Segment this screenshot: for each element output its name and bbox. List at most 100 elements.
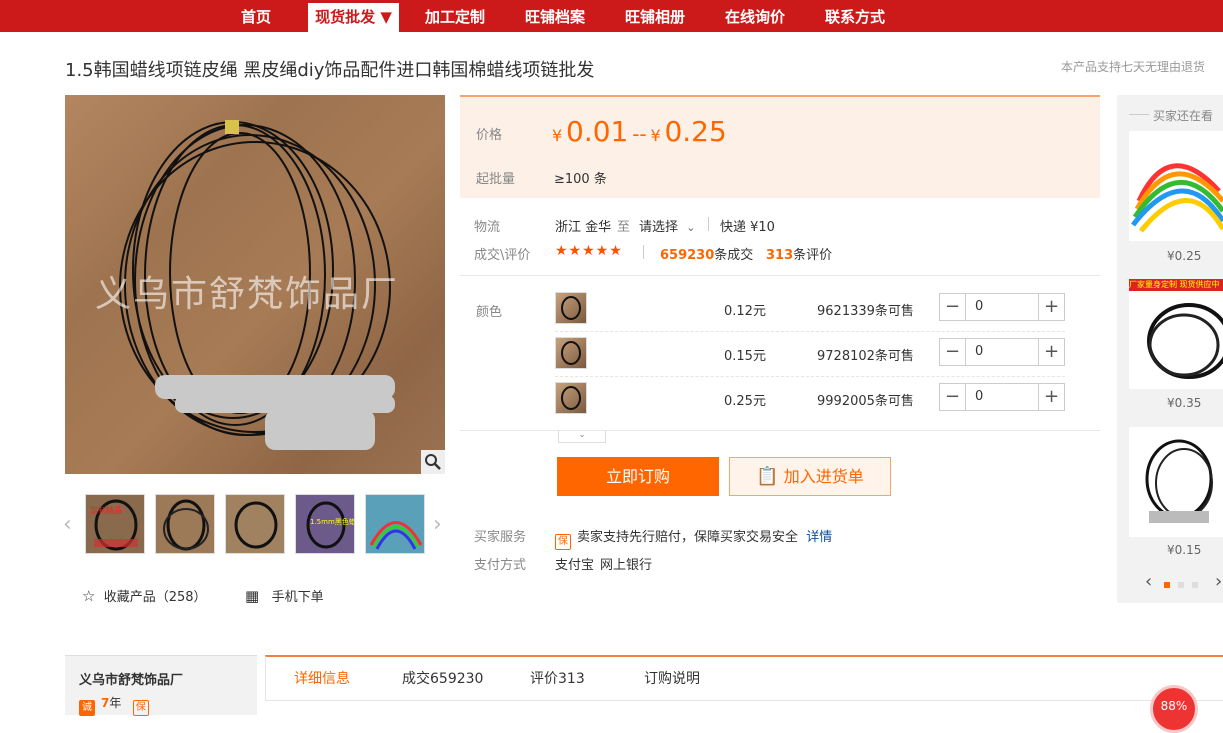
add-to-cart-button[interactable]: 📋 加入进货单 bbox=[729, 457, 891, 496]
shop-name[interactable]: 义乌市舒梵饰品厂 bbox=[79, 669, 183, 688]
sku-1-quantity-stepper: − 0 + bbox=[939, 293, 1065, 321]
favorite-product-button[interactable]: ☆ 收藏产品（258） bbox=[82, 586, 207, 605]
minus-icon[interactable]: − bbox=[940, 339, 966, 365]
nav-contact[interactable]: 联系方式 bbox=[818, 0, 892, 32]
sidebar-item-2-price: ¥0.35 bbox=[1167, 396, 1202, 410]
sku-3-price: 0.25元 bbox=[724, 394, 766, 409]
guarantee-icon: 保 bbox=[555, 534, 571, 550]
sidebar-item-3-image bbox=[1145, 439, 1213, 523]
price-low: 0.01 bbox=[566, 115, 629, 148]
nav-custom[interactable]: 加工定制 bbox=[418, 0, 492, 32]
sidebar-item-3-price: ¥0.15 bbox=[1167, 543, 1202, 557]
thumbnail-5[interactable] bbox=[365, 494, 425, 554]
section-divider-1 bbox=[460, 275, 1100, 276]
sku-2-thumbnail[interactable] bbox=[555, 337, 587, 369]
image-watermark: 义乌市舒梵饰品厂 bbox=[95, 274, 400, 315]
thumb-5-image bbox=[369, 521, 423, 550]
detail-tabs: 详细信息 成交659230 评价313 订购说明 bbox=[265, 655, 1223, 701]
sidebar-item-2[interactable]: 厂家量身定制 现货供应中 bbox=[1129, 279, 1223, 389]
zoom-icon[interactable] bbox=[421, 450, 445, 474]
thumb-2-image bbox=[163, 499, 209, 551]
currency-symbol-2: ¥ bbox=[650, 126, 661, 145]
sku-row-3: 0.25元 9992005条可售 − 0 + bbox=[555, 382, 1065, 422]
rating-stars: ★★★★★ bbox=[555, 243, 623, 259]
plus-icon[interactable]: + bbox=[1038, 339, 1064, 365]
return-policy-note: 本产品支持七天无理由退货 bbox=[1060, 60, 1205, 74]
payment-label: 支付方式 bbox=[474, 558, 527, 573]
sku-2-price: 0.15元 bbox=[724, 349, 766, 364]
plus-icon[interactable]: + bbox=[1038, 294, 1064, 320]
nav-inquiry[interactable]: 在线询价 bbox=[718, 0, 792, 32]
moq-value: ≥100 条 bbox=[554, 172, 607, 187]
shop-info: 义乌市舒梵饰品厂 诚 7年 保 bbox=[65, 655, 257, 716]
sidebar-title: 买家还在看 bbox=[1153, 109, 1214, 123]
review-count-suffix: 条评价 bbox=[793, 248, 833, 263]
tab-details[interactable]: 详细信息 bbox=[294, 668, 350, 688]
page-dot-1[interactable] bbox=[1164, 582, 1170, 588]
sku-1-thumbnail[interactable] bbox=[555, 292, 587, 324]
page-dot-3[interactable] bbox=[1192, 582, 1198, 588]
review-count[interactable]: 313条评价 bbox=[766, 244, 832, 263]
deals-count[interactable]: 659230条成交 bbox=[660, 244, 753, 263]
logistics-divider bbox=[708, 217, 709, 231]
plus-icon[interactable]: + bbox=[1038, 384, 1064, 410]
chevron-left-icon[interactable]: ‹ bbox=[63, 512, 72, 537]
sidebar-item-1-price: ¥0.25 bbox=[1167, 249, 1202, 263]
nav-album[interactable]: 旺铺相册 bbox=[618, 0, 692, 32]
service-guarantee: 保卖家支持先行赔付，保障买家交易安全 详情 bbox=[555, 526, 832, 550]
shop-years: 诚 7年 保 bbox=[79, 694, 155, 716]
tab-deals[interactable]: 成交659230 bbox=[402, 668, 483, 688]
thumbnail-strip: ‹ 定制精品 1.5mm黑色蜡线 › bbox=[63, 494, 445, 556]
sidebar-item-3[interactable] bbox=[1129, 427, 1223, 537]
nav-wholesale[interactable]: 现货批发 ▼ bbox=[308, 3, 399, 32]
chevron-left-icon[interactable]: ‹ bbox=[1145, 571, 1152, 592]
shop-guarantee-icon: 保 bbox=[132, 700, 149, 716]
thumbnail-4[interactable]: 1.5mm黑色蜡线 bbox=[295, 494, 355, 554]
service-details-link[interactable]: 详情 bbox=[806, 530, 832, 545]
thumb-1-image bbox=[94, 499, 138, 551]
chevron-right-icon[interactable]: › bbox=[433, 512, 442, 537]
mobile-order-button[interactable]: ▦ 手机下单 bbox=[245, 586, 324, 605]
nav-home[interactable]: 首页 bbox=[222, 0, 290, 32]
sidebar-title-rule bbox=[1129, 114, 1149, 115]
floating-percent-badge[interactable]: 88% bbox=[1150, 685, 1198, 733]
deals-count-number: 659230 bbox=[660, 248, 715, 263]
destination-select[interactable]: 请选择 ⌄ bbox=[639, 216, 696, 235]
sku-separator-1 bbox=[555, 331, 1065, 332]
chevron-down-icon: ⌄ bbox=[686, 221, 696, 234]
sku-1-quantity-input[interactable]: 0 bbox=[967, 294, 1037, 320]
minus-icon[interactable]: − bbox=[940, 294, 966, 320]
sidebar-item-1[interactable] bbox=[1129, 131, 1223, 241]
thumbnail-1[interactable]: 定制精品 bbox=[85, 494, 145, 554]
thumbnail-2[interactable] bbox=[155, 494, 215, 554]
logistics-label: 物流 bbox=[474, 220, 501, 235]
star-outline-icon: ☆ bbox=[82, 587, 96, 605]
deals-count-suffix: 条成交 bbox=[714, 248, 754, 263]
buy-now-button[interactable]: 立即订购 bbox=[557, 457, 719, 496]
price-range: ¥ 0.01 -- ¥ 0.25 bbox=[552, 115, 727, 148]
minus-icon[interactable]: − bbox=[940, 384, 966, 410]
currency-symbol: ¥ bbox=[552, 126, 563, 145]
sku-3-quantity-stepper: − 0 + bbox=[939, 383, 1065, 411]
tab-order-notes[interactable]: 订购说明 bbox=[644, 668, 700, 688]
logistics-to-word: 至 bbox=[617, 220, 631, 235]
main-product-image[interactable]: 义乌市舒梵饰品厂 bbox=[65, 95, 445, 474]
tab-reviews[interactable]: 评价313 bbox=[530, 668, 585, 688]
favorite-label: 收藏产品（258） bbox=[103, 590, 207, 605]
sku-2-quantity-input[interactable]: 0 bbox=[967, 339, 1037, 365]
payment-alipay: 支付宝 bbox=[555, 558, 595, 573]
price-high: 0.25 bbox=[664, 115, 727, 148]
nav-archive[interactable]: 旺铺档案 bbox=[518, 0, 592, 32]
price-separator: -- bbox=[632, 122, 647, 146]
qrcode-icon: ▦ bbox=[245, 587, 260, 605]
sku-3-quantity-input[interactable]: 0 bbox=[967, 384, 1037, 410]
sku-3-thumbnail[interactable] bbox=[555, 382, 587, 414]
chevron-down-icon: ⌄ bbox=[578, 430, 586, 440]
top-nav: 首页 现货批发 ▼ 加工定制 旺铺档案 旺铺相册 在线询价 联系方式 bbox=[0, 0, 1223, 32]
thumbnail-3[interactable] bbox=[225, 494, 285, 554]
expand-sku-button[interactable]: ⌄ bbox=[558, 430, 606, 443]
sku-2-quantity-stepper: − 0 + bbox=[939, 338, 1065, 366]
chevron-right-icon[interactable]: › bbox=[1215, 571, 1222, 592]
thumb-3-image bbox=[234, 501, 278, 549]
page-dot-2[interactable] bbox=[1178, 582, 1184, 588]
